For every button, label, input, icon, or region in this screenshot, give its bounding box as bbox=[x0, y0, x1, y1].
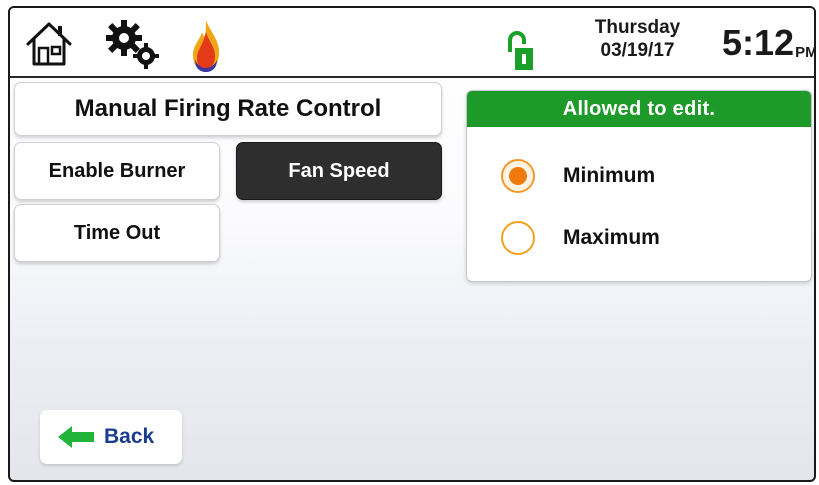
minimum-radio[interactable] bbox=[501, 159, 535, 193]
enable-burner-button[interactable]: Enable Burner bbox=[14, 142, 220, 200]
time-out-button[interactable]: Time Out bbox=[14, 204, 220, 262]
page-title: Manual Firing Rate Control bbox=[14, 82, 442, 136]
unlocked-padlock-icon[interactable] bbox=[507, 30, 533, 70]
gear-icon[interactable] bbox=[102, 18, 164, 72]
allowed-to-edit-banner: Allowed to edit. bbox=[467, 91, 811, 127]
ampm-label: PM bbox=[795, 44, 816, 61]
maximum-label: Maximum bbox=[563, 226, 660, 249]
clock: 5:12PM bbox=[722, 22, 816, 64]
date-label: 03/19/17 bbox=[600, 40, 675, 61]
maximum-radio[interactable] bbox=[501, 221, 535, 255]
back-button[interactable]: Back bbox=[40, 410, 182, 464]
home-icon[interactable] bbox=[24, 20, 74, 68]
date-display: Thursday 03/19/17 bbox=[580, 16, 695, 62]
minimum-option[interactable]: Minimum bbox=[501, 159, 655, 193]
firing-rate-panel: Allowed to edit. Minimum Maximum bbox=[466, 90, 812, 282]
status-bar: Thursday 03/19/17 5:12PM bbox=[10, 8, 814, 78]
day-label: Thursday bbox=[594, 17, 681, 38]
fan-speed-button[interactable]: Fan Speed bbox=[236, 142, 442, 200]
back-label: Back bbox=[104, 425, 155, 448]
time-label: 5:12 bbox=[722, 22, 795, 63]
back-arrow-icon bbox=[58, 426, 94, 448]
touch-screen: Thursday 03/19/17 5:12PM Manual Firing R… bbox=[8, 6, 816, 482]
maximum-option[interactable]: Maximum bbox=[501, 221, 660, 255]
minimum-label: Minimum bbox=[563, 164, 656, 187]
flame-icon[interactable] bbox=[190, 18, 222, 73]
